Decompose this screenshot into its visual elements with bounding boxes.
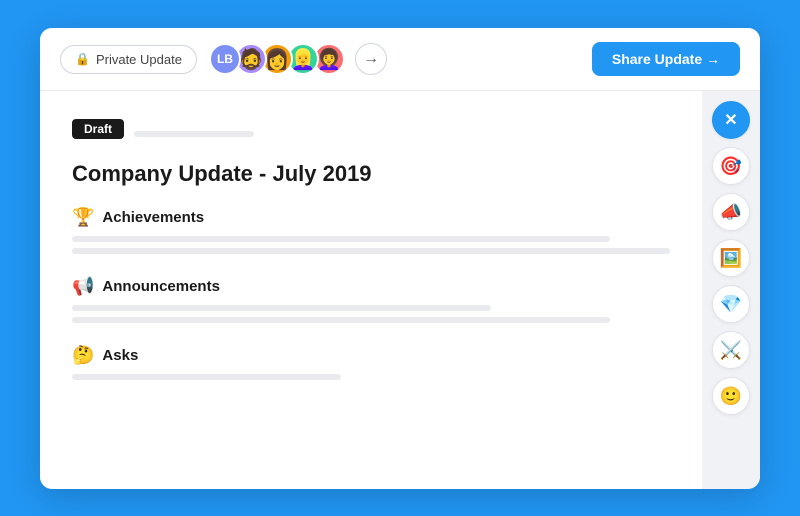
- share-update-label: Share Update →: [612, 51, 720, 67]
- trophy-icon: 🏆: [72, 207, 94, 228]
- megaphone-tool-button[interactable]: 📣: [712, 193, 750, 231]
- lock-icon: 🔒: [75, 52, 90, 66]
- private-update-button[interactable]: 🔒 Private Update: [60, 45, 197, 74]
- section-header-asks: 🤔 Asks: [72, 345, 670, 366]
- asks-label: Asks: [102, 347, 138, 364]
- title-line-decoration: [134, 131, 254, 137]
- thinking-icon: 🤔: [72, 345, 94, 366]
- toolbar: 🔒 Private Update LB 🧔 👩 👱‍♀️ 👩‍🦱 → Share…: [40, 28, 760, 91]
- diamond-tool-button[interactable]: 💎: [712, 285, 750, 323]
- image-tool-button[interactable]: 🖼️: [712, 239, 750, 277]
- toolbar-left: 🔒 Private Update LB 🧔 👩 👱‍♀️ 👩‍🦱 →: [60, 43, 387, 75]
- announcements-label: Announcements: [102, 278, 220, 295]
- section-announcements: 📢 Announcements: [72, 276, 670, 323]
- document-title: Company Update - July 2019: [72, 161, 670, 187]
- close-button[interactable]: ✕: [712, 101, 750, 139]
- content-line: [72, 305, 491, 311]
- content-line: [72, 374, 341, 380]
- content-line: [72, 317, 610, 323]
- avatars-row: LB 🧔 👩 👱‍♀️ 👩‍🦱 →: [209, 43, 387, 75]
- share-update-button[interactable]: Share Update →: [592, 42, 740, 76]
- content-line: [72, 248, 670, 254]
- avatar-arrow-button[interactable]: →: [355, 43, 387, 75]
- section-header-announcements: 📢 Announcements: [72, 276, 670, 297]
- content-area: Draft Company Update - July 2019 🏆 Achie…: [40, 91, 760, 489]
- main-container: 🔒 Private Update LB 🧔 👩 👱‍♀️ 👩‍🦱 → Share…: [40, 28, 760, 488]
- document-content: Draft Company Update - July 2019 🏆 Achie…: [40, 91, 702, 489]
- achievements-label: Achievements: [102, 209, 204, 226]
- section-header-achievements: 🏆 Achievements: [72, 207, 670, 228]
- section-achievements: 🏆 Achievements: [72, 207, 670, 254]
- megaphone-icon: 📢: [72, 276, 94, 297]
- tools-button[interactable]: ⚔️: [712, 331, 750, 369]
- content-line: [72, 236, 610, 242]
- sidebar-tools: ✕ 🎯 📣 🖼️ 💎 ⚔️ 🙂: [702, 91, 760, 489]
- avatar-lb: LB: [209, 43, 241, 75]
- target-tool-button[interactable]: 🎯: [712, 147, 750, 185]
- draft-badge: Draft: [72, 119, 124, 139]
- private-update-label: Private Update: [96, 52, 182, 67]
- emoji-tool-button[interactable]: 🙂: [712, 377, 750, 415]
- section-asks: 🤔 Asks: [72, 345, 670, 380]
